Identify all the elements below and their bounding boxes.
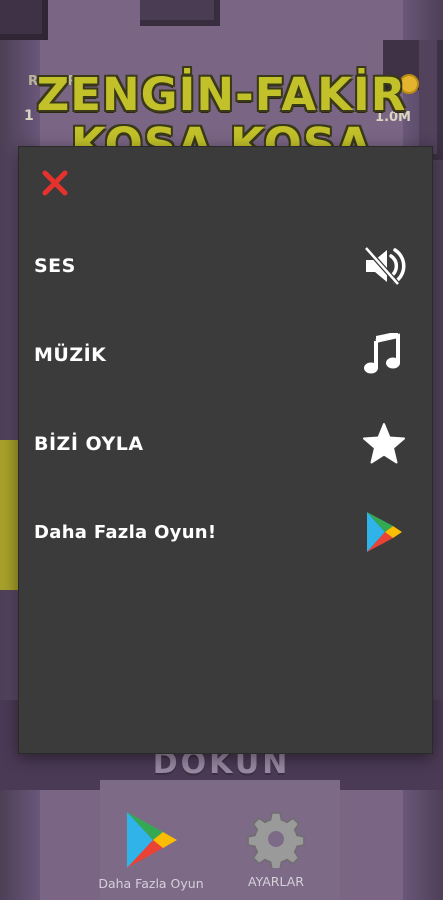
music-note-icon — [364, 333, 400, 374]
rate-us-row[interactable]: BİZİ OYLA — [19, 414, 432, 474]
more-games-row-button[interactable] — [362, 510, 406, 554]
more-games-row-label: Daha Fazla Oyun! — [34, 521, 217, 543]
scene-block — [140, 0, 220, 26]
google-play-icon — [127, 812, 177, 868]
more-games-label: Daha Fazla Oyun — [98, 876, 204, 891]
close-button[interactable] — [39, 167, 71, 199]
settings-label: AYARLAR — [248, 874, 304, 889]
gear-icon — [247, 812, 305, 868]
sound-label: SES — [34, 255, 76, 277]
sound-toggle-row[interactable]: SES — [19, 236, 432, 296]
sound-toggle-button[interactable] — [362, 244, 406, 288]
music-toggle-row[interactable]: MÜZİK — [19, 325, 432, 385]
google-play-icon — [367, 512, 402, 552]
more-games-button[interactable]: Daha Fazla Oyun — [76, 810, 226, 891]
settings-button[interactable]: AYARLAR — [226, 810, 326, 889]
more-games-row[interactable]: Daha Fazla Oyun! — [19, 502, 432, 562]
speaker-muted-icon — [364, 246, 406, 286]
scene-block — [0, 0, 48, 40]
settings-modal: SES MÜZİK BİZİ OYLA Daha Fazla Oyun! — [18, 146, 433, 754]
music-label: MÜZİK — [34, 344, 107, 366]
rate-us-label: BİZİ OYLA — [34, 433, 144, 455]
music-toggle-button[interactable] — [362, 333, 406, 377]
rate-us-button[interactable] — [362, 422, 406, 466]
close-x-icon — [42, 170, 68, 196]
star-icon — [363, 423, 405, 464]
game-title-line1: ZENGİN-FAKİR — [36, 68, 407, 121]
